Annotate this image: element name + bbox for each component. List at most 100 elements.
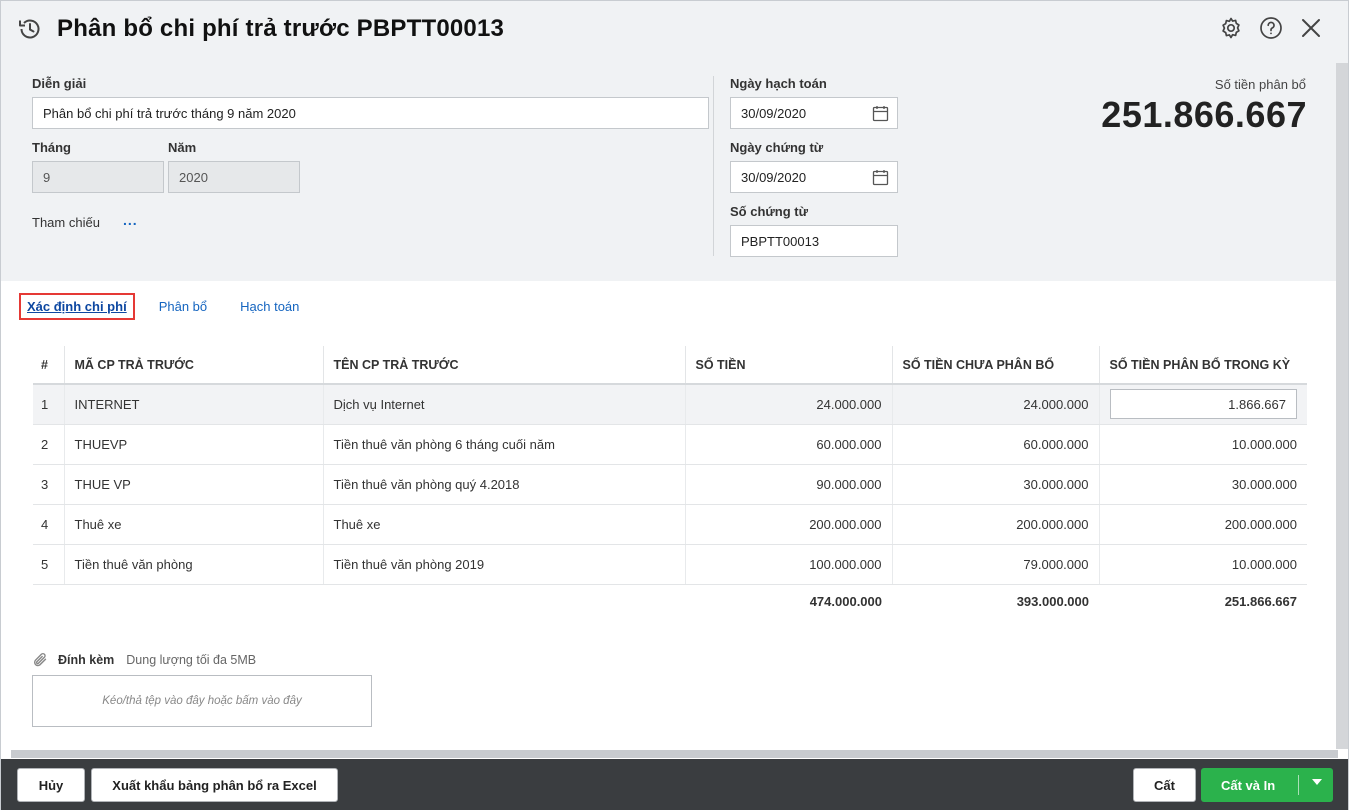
table-row[interactable]: 1 INTERNET Dịch vụ Internet 24.000.000 2…	[33, 384, 1307, 425]
attachment-size-hint: Dung lượng tối đa 5MB	[126, 653, 257, 667]
vertical-scrollbar[interactable]	[1336, 63, 1348, 749]
cell-name[interactable]: Dịch vụ Internet	[323, 384, 686, 425]
allocated-amount-label: Số tiền phân bổ	[1214, 77, 1306, 92]
description-input[interactable]: Phân bổ chi phí trả trước tháng 9 năm 20…	[32, 97, 709, 129]
document-date-field[interactable]: 30/09/2020	[730, 161, 898, 193]
cell-name[interactable]: Tiền thuê văn phòng 2019	[323, 544, 686, 585]
cell-name[interactable]: Tiền thuê văn phòng 6 tháng cuối năm	[323, 424, 686, 465]
table-row[interactable]: 5 Tiền thuê văn phòng Tiền thuê văn phòn…	[33, 544, 1307, 585]
form-header: Phân bổ chi phí trả trước PBPTT00013 Diễ…	[1, 1, 1348, 281]
tab-xac-dinh-chi-phi[interactable]: Xác định chi phí	[19, 293, 135, 320]
total-amount: 474.000.000	[809, 593, 882, 609]
cell-allocated-period[interactable]: 1.866.667	[1099, 384, 1307, 425]
total-spacer	[64, 584, 323, 618]
vertical-divider	[713, 76, 714, 256]
column-header-unallocated: SỐ TIỀN CHƯA PHÂN BỔ	[892, 346, 1100, 385]
tab-bar: Xác định chi phí Phân bổ Hạch toán	[19, 293, 299, 320]
chevron-down-icon[interactable]	[1312, 779, 1322, 785]
total-unallocated: 393.000.000	[1016, 593, 1089, 609]
cell-code[interactable]: INTERNET	[64, 384, 324, 425]
attachment-header: Đính kèm Dung lượng tối đa 5MB	[32, 651, 256, 669]
cell-index: 5	[33, 544, 65, 585]
attachment-label: Đính kèm	[58, 653, 115, 667]
reference-label: Tham chiếu	[32, 215, 100, 230]
table-row[interactable]: 2 THUEVP Tiền thuê văn phòng 6 tháng cuố…	[33, 424, 1307, 465]
export-excel-button[interactable]: Xuất khẩu bảng phân bổ ra Excel	[91, 768, 338, 802]
window-controls	[1218, 15, 1324, 41]
posting-date-field[interactable]: 30/09/2020	[730, 97, 898, 129]
cell-unallocated: 30.000.000	[892, 464, 1100, 505]
column-header-index: #	[33, 346, 65, 385]
save-button[interactable]: Cất	[1133, 768, 1196, 802]
cell-unallocated: 60.000.000	[892, 424, 1100, 465]
posting-date-label: Ngày hạch toán	[730, 76, 827, 91]
cell-allocated-period[interactable]: 10.000.000	[1099, 424, 1307, 465]
cell-unallocated: 79.000.000	[892, 544, 1100, 585]
document-number-label: Số chứng từ	[730, 204, 809, 219]
cell-name[interactable]: Tiền thuê văn phòng quý 4.2018	[323, 464, 686, 505]
save-and-print-button[interactable]: Cất và In	[1201, 768, 1333, 802]
gear-icon[interactable]	[1218, 15, 1244, 41]
cell-allocated-period[interactable]: 10.000.000	[1099, 544, 1307, 585]
split-separator	[1298, 775, 1299, 795]
cell-index: 4	[33, 504, 65, 545]
prepaid-expense-table: # MÃ CP TRẢ TRƯỚC TÊN CP TRẢ TRƯỚC SỐ TI…	[33, 346, 1307, 618]
table-row[interactable]: 3 THUE VP Tiền thuê văn phòng quý 4.2018…	[33, 464, 1307, 505]
cancel-button[interactable]: Hủy	[17, 768, 85, 802]
cell-name[interactable]: Thuê xe	[323, 504, 686, 545]
cell-code[interactable]: Tiền thuê văn phòng	[64, 544, 324, 585]
page-title: Phân bổ chi phí trả trước PBPTT00013	[57, 15, 505, 42]
cell-amount: 60.000.000	[685, 424, 893, 465]
cell-allocated-period[interactable]: 200.000.000	[1099, 504, 1307, 545]
posting-date-value: 30/09/2020	[741, 105, 807, 121]
table-total-row: 474.000.000 393.000.000 251.866.667	[33, 584, 1307, 618]
total-spacer	[33, 584, 64, 618]
cell-amount: 90.000.000	[685, 464, 893, 505]
allocated-amount-value: 251.866.667	[1101, 94, 1307, 135]
cell-code[interactable]: THUEVP	[64, 424, 324, 465]
month-label: Tháng	[32, 140, 71, 155]
column-header-name: TÊN CP TRẢ TRƯỚC	[323, 346, 686, 385]
table-row[interactable]: 4 Thuê xe Thuê xe 200.000.000 200.000.00…	[33, 504, 1307, 545]
cell-code[interactable]: Thuê xe	[64, 504, 324, 545]
attachment-dropzone[interactable]: Kéo/thả tệp vào đây hoặc bấm vào đây	[32, 675, 372, 727]
description-label: Diễn giải	[32, 76, 87, 91]
paperclip-icon	[32, 651, 50, 669]
total-spacer	[323, 584, 685, 618]
cell-unallocated: 200.000.000	[892, 504, 1100, 545]
year-input: 2020	[168, 161, 300, 193]
column-header-code: MÃ CP TRẢ TRƯỚC	[64, 346, 324, 385]
history-icon[interactable]	[17, 16, 43, 42]
close-icon[interactable]	[1298, 15, 1324, 41]
document-date-label: Ngày chứng từ	[730, 140, 824, 155]
total-allocated-period: 251.866.667	[1224, 593, 1297, 609]
document-number-input[interactable]: PBPTT00013	[730, 225, 898, 257]
cell-index: 1	[33, 384, 65, 425]
cell-allocated-period[interactable]: 30.000.000	[1099, 464, 1307, 505]
calendar-icon[interactable]	[872, 105, 889, 122]
allocated-period-input[interactable]: 1.866.667	[1109, 389, 1297, 420]
column-header-amount: SỐ TIỀN	[685, 346, 893, 385]
calendar-icon[interactable]	[872, 169, 889, 186]
horizontal-scrollbar[interactable]	[11, 750, 1338, 758]
cell-amount: 100.000.000	[685, 544, 893, 585]
tab-phan-bo[interactable]: Phân bổ	[159, 299, 207, 314]
tab-hach-toan[interactable]: Hạch toán	[240, 299, 299, 314]
document-date-value: 30/09/2020	[741, 169, 807, 185]
year-label: Năm	[168, 140, 197, 155]
cell-amount: 24.000.000	[685, 384, 893, 425]
cell-index: 3	[33, 464, 65, 505]
save-and-print-label: Cất và In	[1221, 777, 1276, 793]
month-input: 9	[32, 161, 164, 193]
title-row: Phân bổ chi phí trả trước PBPTT00013	[17, 13, 504, 45]
cell-index: 2	[33, 424, 65, 465]
column-header-allocated-period: SỐ TIỀN PHÂN BỔ TRONG KỲ	[1099, 346, 1307, 385]
dialog-window: Phân bổ chi phí trả trước PBPTT00013 Diễ…	[0, 0, 1349, 810]
cell-unallocated: 24.000.000	[892, 384, 1100, 425]
table-header-row: # MÃ CP TRẢ TRƯỚC TÊN CP TRẢ TRƯỚC SỐ TI…	[33, 346, 1307, 385]
footer-bar: Hủy Xuất khẩu bảng phân bổ ra Excel Cất …	[1, 759, 1348, 810]
help-icon[interactable]	[1258, 15, 1284, 41]
reference-more-button[interactable]: ...	[123, 212, 138, 228]
cell-code[interactable]: THUE VP	[64, 464, 324, 505]
cell-amount: 200.000.000	[685, 504, 893, 545]
